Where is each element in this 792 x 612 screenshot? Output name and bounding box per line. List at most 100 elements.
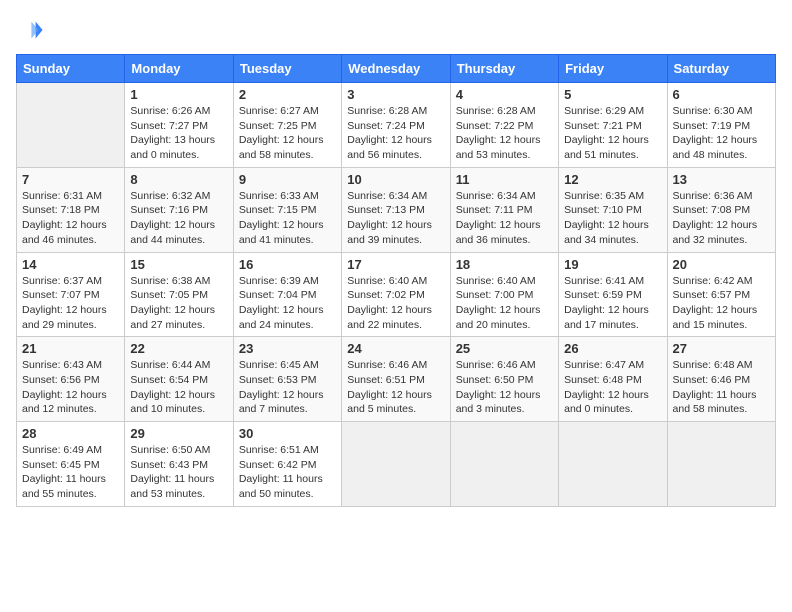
day-info: Sunrise: 6:32 AM Sunset: 7:16 PM Dayligh… <box>130 189 227 248</box>
calendar-cell <box>17 83 125 168</box>
calendar-cell <box>559 422 667 507</box>
day-info: Sunrise: 6:29 AM Sunset: 7:21 PM Dayligh… <box>564 104 661 163</box>
calendar-cell: 20 Sunrise: 6:42 AM Sunset: 6:57 PM Dayli… <box>667 252 775 337</box>
calendar-cell: 5 Sunrise: 6:29 AM Sunset: 7:21 PM Daylig… <box>559 83 667 168</box>
weekday-header: Friday <box>559 55 667 83</box>
day-number: 13 <box>673 172 770 187</box>
calendar-cell: 14 Sunrise: 6:37 AM Sunset: 7:07 PM Dayli… <box>17 252 125 337</box>
day-info: Sunrise: 6:40 AM Sunset: 7:00 PM Dayligh… <box>456 274 553 333</box>
day-number: 16 <box>239 257 336 272</box>
calendar-cell: 6 Sunrise: 6:30 AM Sunset: 7:19 PM Daylig… <box>667 83 775 168</box>
day-number: 12 <box>564 172 661 187</box>
day-number: 6 <box>673 87 770 102</box>
page-header <box>16 16 776 44</box>
day-info: Sunrise: 6:46 AM Sunset: 6:50 PM Dayligh… <box>456 358 553 417</box>
day-info: Sunrise: 6:36 AM Sunset: 7:08 PM Dayligh… <box>673 189 770 248</box>
calendar-cell: 21 Sunrise: 6:43 AM Sunset: 6:56 PM Dayli… <box>17 337 125 422</box>
day-number: 22 <box>130 341 227 356</box>
calendar-cell: 12Sunrise: 6:35 AM Sunset: 7:10 PM Dayli… <box>559 167 667 252</box>
day-number: 17 <box>347 257 444 272</box>
day-info: Sunrise: 6:27 AM Sunset: 7:25 PM Dayligh… <box>239 104 336 163</box>
weekday-header: Saturday <box>667 55 775 83</box>
day-info: Sunrise: 6:40 AM Sunset: 7:02 PM Dayligh… <box>347 274 444 333</box>
weekday-header: Wednesday <box>342 55 450 83</box>
day-number: 4 <box>456 87 553 102</box>
day-number: 5 <box>564 87 661 102</box>
day-info: Sunrise: 6:47 AM Sunset: 6:48 PM Dayligh… <box>564 358 661 417</box>
day-number: 8 <box>130 172 227 187</box>
day-info: Sunrise: 6:45 AM Sunset: 6:53 PM Dayligh… <box>239 358 336 417</box>
calendar-cell: 30 Sunrise: 6:51 AM Sunset: 6:42 PM Dayli… <box>233 422 341 507</box>
day-number: 21 <box>22 341 119 356</box>
day-number: 1 <box>130 87 227 102</box>
day-number: 23 <box>239 341 336 356</box>
weekday-header: Sunday <box>17 55 125 83</box>
calendar-cell: 19 Sunrise: 6:41 AM Sunset: 6:59 PM Dayli… <box>559 252 667 337</box>
day-info: Sunrise: 6:37 AM Sunset: 7:07 PM Dayligh… <box>22 274 119 333</box>
calendar-cell <box>450 422 558 507</box>
day-number: 9 <box>239 172 336 187</box>
calendar-cell: 23 Sunrise: 6:45 AM Sunset: 6:53 PM Dayli… <box>233 337 341 422</box>
day-info: Sunrise: 6:38 AM Sunset: 7:05 PM Dayligh… <box>130 274 227 333</box>
calendar-cell <box>667 422 775 507</box>
day-number: 7 <box>22 172 119 187</box>
day-info: Sunrise: 6:43 AM Sunset: 6:56 PM Dayligh… <box>22 358 119 417</box>
day-info: Sunrise: 6:49 AM Sunset: 6:45 PM Dayligh… <box>22 443 119 502</box>
day-info: Sunrise: 6:28 AM Sunset: 7:22 PM Dayligh… <box>456 104 553 163</box>
calendar-cell: 10 Sunrise: 6:34 AM Sunset: 7:13 PM Dayli… <box>342 167 450 252</box>
day-number: 29 <box>130 426 227 441</box>
day-info: Sunrise: 6:26 AM Sunset: 7:27 PM Dayligh… <box>130 104 227 163</box>
day-number: 10 <box>347 172 444 187</box>
calendar-cell: 18 Sunrise: 6:40 AM Sunset: 7:00 PM Dayli… <box>450 252 558 337</box>
day-number: 14 <box>22 257 119 272</box>
calendar-cell: 2 Sunrise: 6:27 AM Sunset: 7:25 PM Daylig… <box>233 83 341 168</box>
logo <box>16 16 46 44</box>
day-number: 28 <box>22 426 119 441</box>
calendar-cell: 13 Sunrise: 6:36 AM Sunset: 7:08 PM Dayli… <box>667 167 775 252</box>
calendar-cell: 7 Sunrise: 6:31 AM Sunset: 7:18 PM Daylig… <box>17 167 125 252</box>
calendar-cell: 3 Sunrise: 6:28 AM Sunset: 7:24 PM Daylig… <box>342 83 450 168</box>
calendar-cell: 28 Sunrise: 6:49 AM Sunset: 6:45 PM Dayli… <box>17 422 125 507</box>
day-number: 2 <box>239 87 336 102</box>
day-info: Sunrise: 6:46 AM Sunset: 6:51 PM Dayligh… <box>347 358 444 417</box>
calendar-cell: 25 Sunrise: 6:46 AM Sunset: 6:50 PM Dayli… <box>450 337 558 422</box>
day-number: 3 <box>347 87 444 102</box>
day-number: 15 <box>130 257 227 272</box>
day-info: Sunrise: 6:42 AM Sunset: 6:57 PM Dayligh… <box>673 274 770 333</box>
calendar-table: SundayMondayTuesdayWednesdayThursdayFrid… <box>16 54 776 507</box>
day-number: 30 <box>239 426 336 441</box>
day-info: Sunrise: 6:50 AM Sunset: 6:43 PM Dayligh… <box>130 443 227 502</box>
day-number: 26 <box>564 341 661 356</box>
day-info: Sunrise: 6:30 AM Sunset: 7:19 PM Dayligh… <box>673 104 770 163</box>
day-info: Sunrise: 6:28 AM Sunset: 7:24 PM Dayligh… <box>347 104 444 163</box>
day-info: Sunrise: 6:48 AM Sunset: 6:46 PM Dayligh… <box>673 358 770 417</box>
day-number: 19 <box>564 257 661 272</box>
calendar-cell: 8 Sunrise: 6:32 AM Sunset: 7:16 PM Daylig… <box>125 167 233 252</box>
weekday-header: Thursday <box>450 55 558 83</box>
calendar-cell: 27 Sunrise: 6:48 AM Sunset: 6:46 PM Dayli… <box>667 337 775 422</box>
calendar-cell: 24Sunrise: 6:46 AM Sunset: 6:51 PM Dayli… <box>342 337 450 422</box>
calendar-cell <box>342 422 450 507</box>
calendar-cell: 11 Sunrise: 6:34 AM Sunset: 7:11 PM Dayli… <box>450 167 558 252</box>
day-info: Sunrise: 6:41 AM Sunset: 6:59 PM Dayligh… <box>564 274 661 333</box>
day-info: Sunrise: 6:33 AM Sunset: 7:15 PM Dayligh… <box>239 189 336 248</box>
day-info: Sunrise: 6:31 AM Sunset: 7:18 PM Dayligh… <box>22 189 119 248</box>
calendar-cell: 9 Sunrise: 6:33 AM Sunset: 7:15 PM Daylig… <box>233 167 341 252</box>
calendar-cell: 22 Sunrise: 6:44 AM Sunset: 6:54 PM Dayli… <box>125 337 233 422</box>
day-number: 18 <box>456 257 553 272</box>
calendar-cell: 15 Sunrise: 6:38 AM Sunset: 7:05 PM Dayli… <box>125 252 233 337</box>
day-number: 25 <box>456 341 553 356</box>
day-number: 11 <box>456 172 553 187</box>
day-info: Sunrise: 6:44 AM Sunset: 6:54 PM Dayligh… <box>130 358 227 417</box>
weekday-header: Tuesday <box>233 55 341 83</box>
day-number: 20 <box>673 257 770 272</box>
day-info: Sunrise: 6:34 AM Sunset: 7:13 PM Dayligh… <box>347 189 444 248</box>
weekday-header: Monday <box>125 55 233 83</box>
day-info: Sunrise: 6:51 AM Sunset: 6:42 PM Dayligh… <box>239 443 336 502</box>
calendar-cell: 16 Sunrise: 6:39 AM Sunset: 7:04 PM Dayli… <box>233 252 341 337</box>
calendar-cell: 1 Sunrise: 6:26 AM Sunset: 7:27 PM Daylig… <box>125 83 233 168</box>
calendar-cell: 29 Sunrise: 6:50 AM Sunset: 6:43 PM Dayli… <box>125 422 233 507</box>
day-info: Sunrise: 6:34 AM Sunset: 7:11 PM Dayligh… <box>456 189 553 248</box>
day-info: Sunrise: 6:39 AM Sunset: 7:04 PM Dayligh… <box>239 274 336 333</box>
day-number: 27 <box>673 341 770 356</box>
